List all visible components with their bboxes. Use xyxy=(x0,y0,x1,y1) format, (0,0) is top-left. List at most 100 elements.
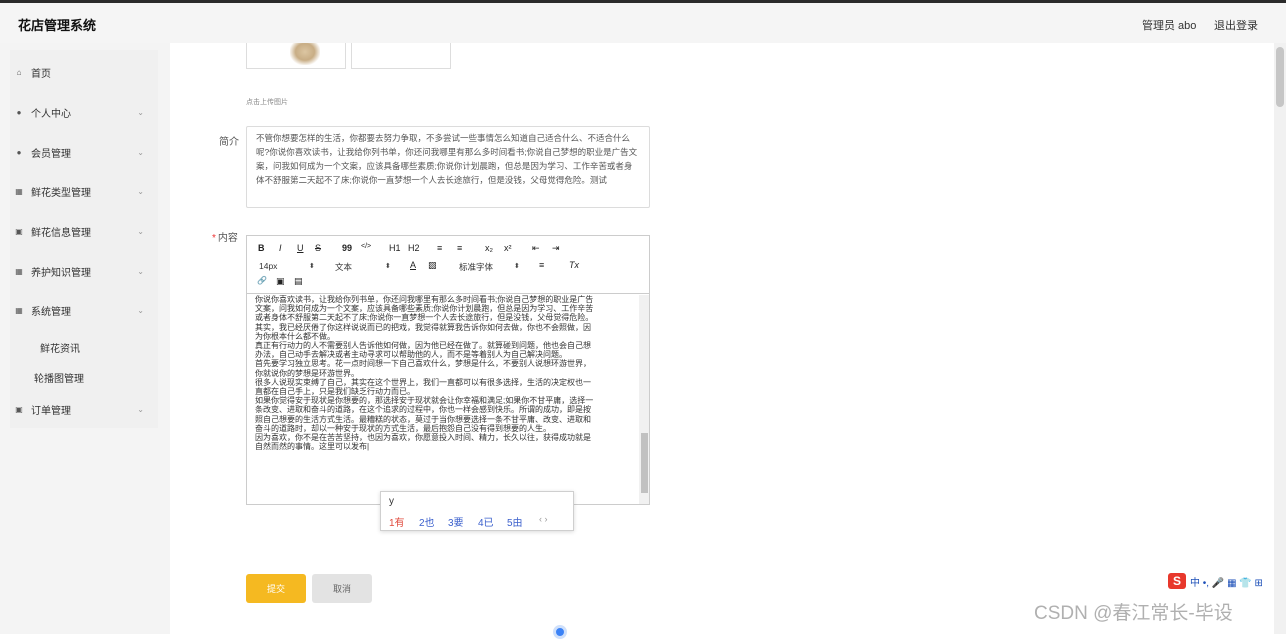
link-icon[interactable]: 🔗 xyxy=(257,276,267,285)
app-header: 花店管理系统 管理员 abo 退出登录 xyxy=(0,3,1286,43)
chevron-down-icon: ⌄ xyxy=(137,404,144,414)
ime-tray-icons[interactable]: 中 •, 🎤 ▦ 👕 ⊞ xyxy=(1190,574,1263,589)
sidebar-item-label: 会员管理 xyxy=(31,148,71,160)
ime-candidate[interactable]: 1有 xyxy=(389,514,405,529)
sidebar-item-label: 订单管理 xyxy=(31,405,71,417)
page-scrollbar[interactable] xyxy=(1274,43,1286,634)
editor-line: 你说你喜欢读书，让我给你列书单，你还问我哪里有那么多时间看书;你说自己梦想的职业… xyxy=(255,295,594,304)
chevron-down-icon: ⌄ xyxy=(137,305,144,315)
font-color-icon[interactable]: A xyxy=(410,260,416,270)
chevron-updown-icon: ⬍ xyxy=(309,263,315,270)
required-mark: * xyxy=(212,233,216,244)
sidebar-item-label: 首页 xyxy=(31,68,51,80)
chevron-down-icon: ⌄ xyxy=(137,226,144,236)
outdent-icon[interactable]: ⇤ xyxy=(532,243,540,254)
content-label-text: 内容 xyxy=(217,233,238,244)
editor-content[interactable]: 你说你喜欢读书，让我给你列书单，你还问我哪里有那么多时间看书;你说自己梦想的职业… xyxy=(247,295,639,503)
chevron-down-icon: ⌄ xyxy=(137,266,144,276)
home-icon: ⌂ xyxy=(16,67,22,77)
sidebar-item-personal-center[interactable]: ● 个人中心 ⌄ xyxy=(14,102,144,122)
font-family-value: 标准字体 xyxy=(459,262,494,272)
ime-toolbar: S 中 •, 🎤 ▦ 👕 ⊞ xyxy=(1168,572,1286,590)
app-title: 花店管理系统 xyxy=(18,18,97,33)
bullet-list-icon[interactable]: ≡ xyxy=(457,243,462,253)
chevron-down-icon: ⌄ xyxy=(137,186,144,196)
upload-hint: 点击上传图片 xyxy=(246,99,288,106)
strike-button[interactable]: S xyxy=(315,243,321,253)
current-user: 管理员 abo xyxy=(1142,20,1197,32)
editor-scrollbar-thumb[interactable] xyxy=(641,433,648,493)
sidebar-item-system[interactable]: ▦ 系统管理 ⌄ xyxy=(14,300,144,320)
chevron-updown-icon: ⬍ xyxy=(385,263,391,270)
chevron-updown-icon: ⬍ xyxy=(514,263,520,270)
sidebar-item-flower-type[interactable]: ▦ 鲜花类型管理 ⌄ xyxy=(14,181,144,201)
ime-candidate[interactable]: 4已 xyxy=(478,514,494,529)
editor-line: 或者身体不舒服第二天起不了床;你说你一直梦想一个人去长途旅行，但是没钱，父母觉得… xyxy=(255,313,594,323)
editor-line: 为你根本什么都不做。 xyxy=(255,331,335,341)
editor-line: 自然而然的事情。这里可以发布| xyxy=(255,442,370,452)
sidebar-item-order[interactable]: ▣ 订单管理 ⌄ xyxy=(14,399,144,419)
font-family-select[interactable]: 标准字体 ⬍ xyxy=(459,261,523,273)
background-color-icon[interactable]: ▨ xyxy=(428,260,437,271)
member-icon: ● xyxy=(16,147,22,157)
ordered-list-icon[interactable]: ≡ xyxy=(437,243,442,253)
user-icon: ● xyxy=(16,107,22,117)
uploaded-image-thumbnail xyxy=(290,43,320,65)
doc-icon: ▣ xyxy=(15,226,23,236)
video-icon[interactable]: ▤ xyxy=(294,276,303,287)
editor-line: 奋斗的道路时，却以一种安于现状的方式生活，最后抱怨自己没有得到想要的人生。 xyxy=(255,423,551,433)
bold-button[interactable]: B xyxy=(258,243,265,253)
text-style-select[interactable]: 文本 ⬍ xyxy=(335,261,395,273)
sidebar-item-label: 系统管理 xyxy=(31,306,71,318)
editor-line: 其实，我已经厌倦了你这样说说而已的把戏，我觉得就算我告诉你如何去做，你也不会照做… xyxy=(255,322,591,332)
doc-icon: ▣ xyxy=(15,404,23,414)
sidebar-subitem-carousel[interactable]: 轮播图管理 xyxy=(34,370,84,385)
submit-button[interactable]: 提交 xyxy=(246,574,306,603)
clear-format-icon[interactable]: Tx xyxy=(569,260,579,270)
page-scrollbar-thumb[interactable] xyxy=(1276,47,1284,107)
ime-candidate-window: y 1有 2也 3要 4已 5由 ‹ › xyxy=(380,491,574,531)
editor-line: 照自己想要的生活方式生活。最糟糕的状态，莫过于当你想要选择一条不甘平庸、改变、进… xyxy=(255,414,591,424)
sidebar-item-flower-info[interactable]: ▣ 鲜花信息管理 ⌄ xyxy=(14,221,144,241)
cancel-button[interactable]: 取消 xyxy=(312,574,372,603)
logout-link[interactable]: 退出登录 xyxy=(1214,17,1258,33)
floating-dot-icon[interactable] xyxy=(553,625,567,639)
editor-line: 首先要学习独立思考。花一点时间想一下自己喜欢什么，梦想是什么，不要别人说想环游世… xyxy=(255,359,591,369)
h1-button[interactable]: H1 xyxy=(389,243,401,253)
h2-button[interactable]: H2 xyxy=(408,243,420,253)
editor-line: 很多人说现实束缚了自己，其实在这个世界上，我们一直都可以有很多选择，生活的决定权… xyxy=(255,377,591,387)
sogou-logo-icon[interactable]: S xyxy=(1168,573,1186,589)
editor-line: 真正有行动力的人不需要别人告诉他如何做，因为他已经在做了。就算碰到问题，他也会自… xyxy=(255,341,591,351)
subscript-button[interactable]: x₂ xyxy=(485,243,493,253)
blockquote-button[interactable]: 99 xyxy=(342,243,352,253)
editor-toolbar: B I U S 99 </> H1 H2 ≡ ≡ x₂ x² ⇤ ⇥ 14px ⬍… xyxy=(247,236,649,294)
upload-image-slot[interactable] xyxy=(351,43,451,69)
superscript-button[interactable]: x² xyxy=(504,243,512,253)
code-block-button[interactable]: </> xyxy=(361,243,371,250)
image-icon[interactable]: ▣ xyxy=(276,276,285,287)
editor-line: 直都在自己手上，只是我们缺乏行动力而已。 xyxy=(255,387,415,397)
editor-line: 你就说你的梦想是环游世界。 xyxy=(255,368,359,378)
sidebar-item-label: 鲜花类型管理 xyxy=(31,187,91,199)
sidebar-item-label: 个人中心 xyxy=(31,108,71,120)
editor-line: 因为喜欢，你不是在苦苦坚持，也因为喜欢，你愿意投入时间、精力，长久以往，获得成功… xyxy=(255,433,591,443)
ime-page-nav[interactable]: ‹ › xyxy=(539,514,548,524)
underline-button[interactable]: U xyxy=(297,243,304,253)
sidebar-item-member[interactable]: ● 会员管理 ⌄ xyxy=(14,142,144,162)
ime-candidate[interactable]: 5由 xyxy=(507,514,523,529)
intro-textarea[interactable]: 不管你想要怎样的生活，你都要去努力争取，不多尝试一些事情怎么知道自己适合什么、不… xyxy=(246,126,650,208)
sidebar-item-label: 鲜花信息管理 xyxy=(31,227,91,239)
ime-candidate[interactable]: 2也 xyxy=(419,514,435,529)
sidebar-item-care-knowledge[interactable]: ▦ 养护知识管理 ⌄ xyxy=(14,261,144,281)
sidebar-subitem-flower-news[interactable]: 鲜花资讯 xyxy=(40,340,80,355)
ime-candidate[interactable]: 3要 xyxy=(448,514,464,529)
intro-label: 简介 xyxy=(219,137,239,148)
font-size-select[interactable]: 14px ⬍ xyxy=(259,261,319,271)
rich-text-editor: B I U S 99 </> H1 H2 ≡ ≡ x₂ x² ⇤ ⇥ 14px ⬍… xyxy=(246,235,650,505)
grid-icon: ▦ xyxy=(15,186,23,196)
align-icon[interactable]: ≡ xyxy=(539,260,544,270)
sidebar-item-home[interactable]: ⌂ 首页 xyxy=(14,62,144,82)
editor-line: 条改变、进取和奋斗的道路，在这个追求的过程中，你也一样会感到快乐。所谓的成功，即… xyxy=(255,405,591,415)
indent-icon[interactable]: ⇥ xyxy=(552,243,560,254)
italic-button[interactable]: I xyxy=(279,243,282,253)
